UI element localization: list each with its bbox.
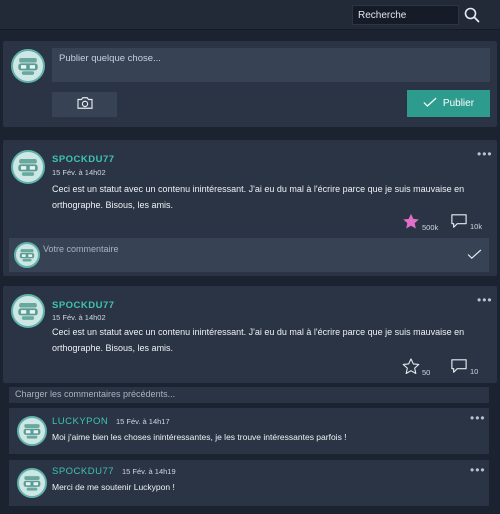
avatar[interactable] [11,294,45,328]
post-text: Ceci est un statut avec un contenu inint… [52,327,465,353]
avatar[interactable] [17,468,47,498]
comment-button[interactable]: 10k [450,213,482,231]
like-button[interactable]: 50 [402,358,430,377]
more-icon[interactable]: ••• [477,294,493,306]
more-icon[interactable]: ••• [477,148,493,160]
comment-button[interactable]: 10 [450,358,478,376]
comment-text: Merci de me soutenir Luckypon ! [52,482,175,492]
avatar[interactable] [11,49,45,83]
post-date: 15 Fév. à 14h02 [52,168,106,177]
like-count: 50 [422,368,431,377]
like-button[interactable]: 500k [402,213,438,232]
avatar[interactable] [11,150,45,184]
comment-icon [450,213,468,231]
publish-label: Publier [442,98,475,109]
more-icon[interactable]: ••• [470,412,486,424]
check-icon [423,97,437,111]
star-icon [402,358,420,377]
post-author[interactable]: SPOCKDU77 [52,154,115,165]
post-author[interactable]: SPOCKDU77 [52,300,115,311]
check-icon[interactable] [467,247,483,263]
status-input[interactable] [52,48,490,82]
comment-count: 10 [470,367,479,376]
comment-author[interactable]: LUCKYPON [52,416,108,427]
comment-author[interactable]: SPOCKDU77 [52,466,114,477]
post-text: Ceci est un statut avec un contenu inint… [52,184,465,210]
post-composer: Publier [3,41,497,127]
search-icon[interactable] [462,5,482,25]
comment-item: ••• LUCKYPON 15 Fév. à 14h17 Moi j'aime … [9,408,489,454]
publish-button[interactable]: Publier [407,90,490,117]
comment-count: 10k [470,222,483,231]
comment-icon [450,358,468,376]
comment-form [9,238,489,272]
comment-text: Moi j'aime bien les choses inintéressant… [52,432,347,442]
load-previous-comments-link[interactable]: Charger les commentaires précédents... [9,387,489,403]
comment-date: 15 Fév. à 14h17 [116,417,170,426]
star-icon [402,213,420,232]
comment-date: 15 Fév. à 14h19 [122,467,176,476]
add-photo-button[interactable] [52,92,117,117]
more-icon[interactable]: ••• [470,464,486,476]
post-date: 15 Fév. à 14h02 [52,313,106,322]
post-card: ••• SPOCKDU77 15 Fév. à 14h02 Ceci est u… [3,286,497,383]
top-bar [0,0,500,30]
avatar[interactable] [17,416,47,446]
search-input[interactable] [352,5,459,25]
comment-item: ••• SPOCKDU77 15 Fév. à 14h19 Merci de m… [9,460,489,506]
like-count: 500k [422,223,439,232]
comment-input[interactable] [41,241,451,269]
camera-icon [76,96,94,113]
avatar [14,242,40,268]
